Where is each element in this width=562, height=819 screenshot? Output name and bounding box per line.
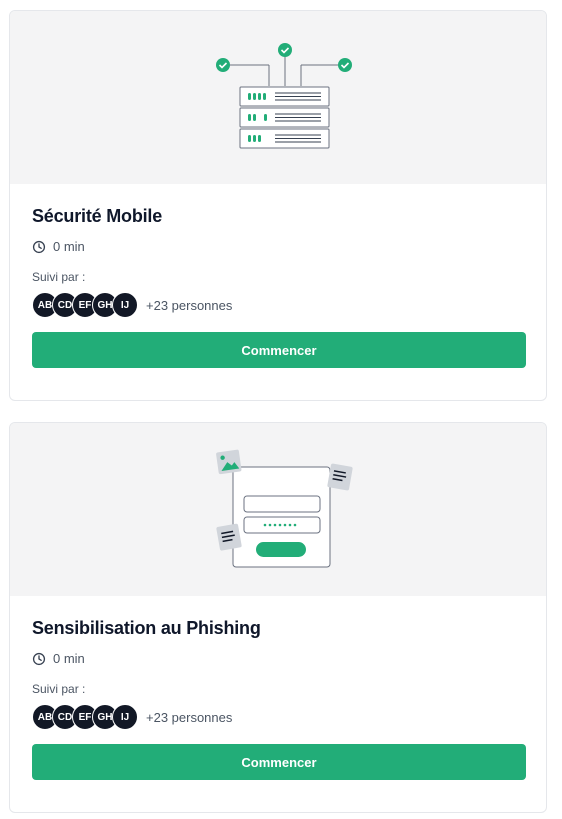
check-icon (338, 57, 352, 72)
start-button[interactable]: Commencer (32, 744, 526, 780)
course-card: Sécurité Mobile 0 min Suivi par : AB CD … (9, 10, 547, 401)
duration: 0 min (32, 239, 524, 254)
clock-icon (32, 652, 46, 665)
avatar: IJ (112, 704, 138, 730)
duration: 0 min (32, 651, 524, 666)
followers-row: AB CD EF GH IJ +23 personnes (32, 704, 524, 730)
duration-value: 0 min (53, 651, 85, 666)
start-button[interactable]: Commencer (32, 332, 526, 368)
course-card: Sensibilisation au Phishing 0 min Suivi … (9, 422, 547, 813)
followers-row: AB CD EF GH IJ +23 personnes (32, 292, 524, 318)
image-icon (216, 449, 242, 474)
more-followers-count: +23 personnes (146, 709, 233, 725)
course-title: Sécurité Mobile (32, 206, 163, 226)
duration-value: 0 min (53, 239, 85, 254)
document-icon (327, 463, 353, 490)
course-title: Sensibilisation au Phishing (32, 618, 261, 638)
followed-by-label: Suivi par : (32, 270, 86, 284)
avatar: IJ (112, 292, 138, 318)
server-network-illustration (10, 11, 546, 184)
document-icon (216, 523, 242, 551)
followed-by-label: Suivi par : (32, 682, 86, 696)
check-icon (278, 42, 292, 57)
check-icon (216, 57, 230, 72)
login-form-illustration (10, 423, 546, 596)
more-followers-count: +23 personnes (146, 297, 233, 313)
clock-icon (32, 240, 46, 253)
